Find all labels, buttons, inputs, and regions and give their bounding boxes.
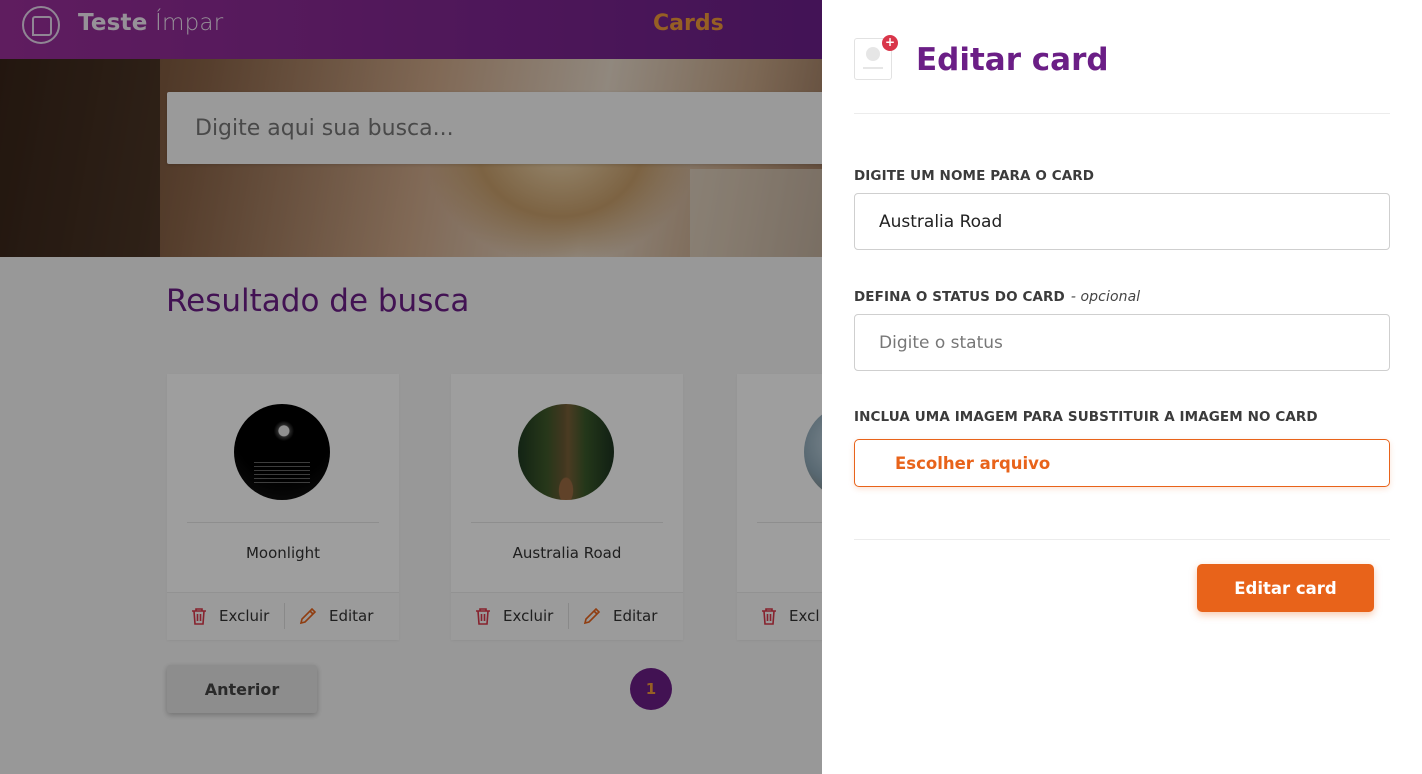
name-field xyxy=(854,193,1390,250)
card-status-input[interactable] xyxy=(879,329,1369,357)
optional-note: - opcional xyxy=(1070,289,1141,305)
drawer-divider xyxy=(854,113,1390,114)
drawer-divider xyxy=(854,539,1390,540)
status-label-text: DEFINA O STATUS DO CARD xyxy=(854,289,1065,305)
card-name-input[interactable] xyxy=(879,208,1369,236)
drawer-title: Editar card xyxy=(916,42,1109,78)
image-field-label: INCLUA UMA IMAGEM PARA SUBSTITUIR A IMAG… xyxy=(854,409,1318,425)
edit-card-submit-button[interactable]: Editar card xyxy=(1197,564,1374,612)
choose-file-button[interactable]: Escolher arquivo xyxy=(854,439,1390,487)
placeholder-head xyxy=(866,47,880,61)
add-badge: + xyxy=(882,35,898,51)
card-placeholder-icon: + xyxy=(854,35,898,80)
status-field-label: DEFINA O STATUS DO CARD - opcional xyxy=(854,289,1140,305)
status-field xyxy=(854,314,1390,371)
name-field-label: DIGITE UM NOME PARA O CARD xyxy=(854,168,1095,184)
edit-card-drawer: + Editar card DIGITE UM NOME PARA O CARD… xyxy=(822,0,1422,774)
placeholder-line xyxy=(863,67,883,69)
